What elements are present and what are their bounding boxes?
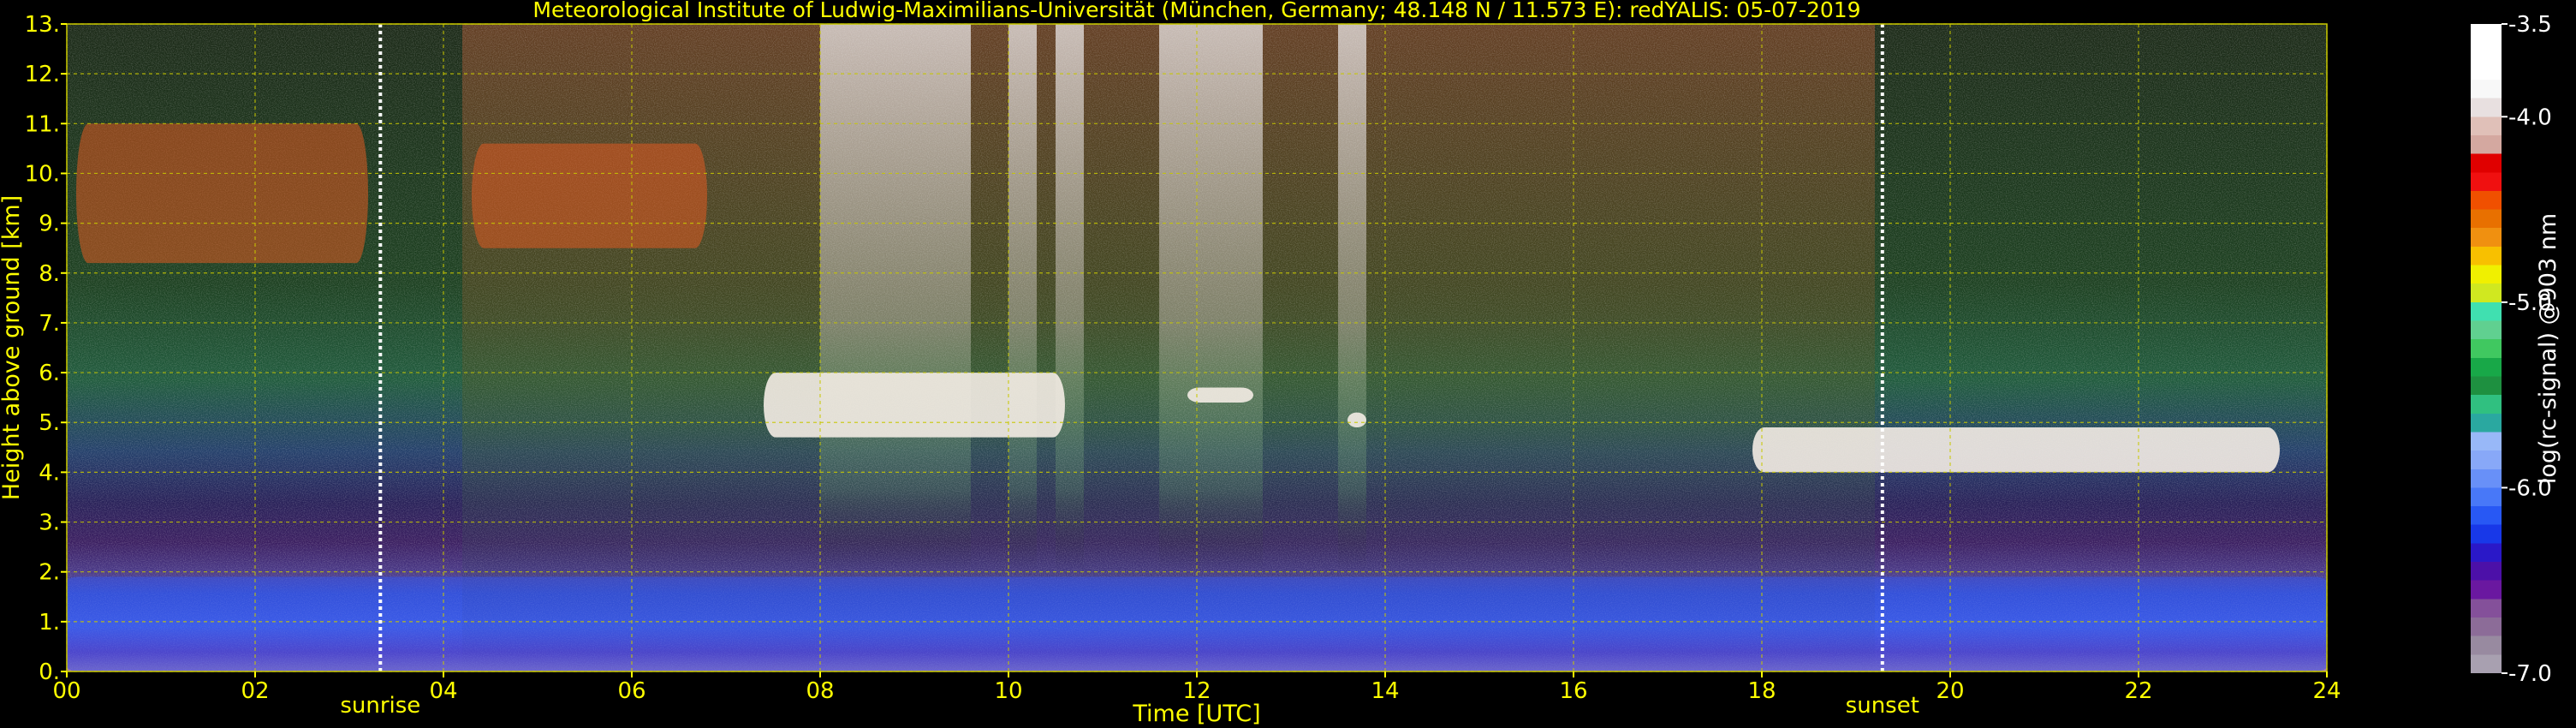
x-tick-label: 22	[2124, 678, 2152, 704]
colorbar-scale	[2471, 24, 2502, 673]
y-tick-label: 11.	[25, 111, 60, 137]
y-tick-label: 2.	[39, 560, 60, 586]
y-axis-ticks: 0. 1. 2. 3. 4. 5. 6. 7. 8. 9. 10. 11. 12. 13.	[25, 12, 67, 685]
feature-cloud-layer	[1752, 427, 2280, 473]
y-tick-label: 13.	[25, 12, 60, 38]
y-axis-label: Height above ground [km]	[0, 195, 25, 500]
y-tick-label: 6.	[39, 361, 60, 386]
annotation-label: sunrise	[340, 693, 420, 719]
x-tick-label: 14	[1371, 678, 1399, 704]
x-tick-label: 02	[241, 678, 269, 704]
annotation-label: sunset	[1846, 693, 1919, 719]
y-tick-label: 10.	[25, 161, 60, 187]
y-tick-label: 8.	[39, 261, 60, 287]
feature-cirrus	[76, 123, 368, 264]
y-tick-label: 0.	[39, 659, 60, 685]
x-tick-label: 24	[2312, 678, 2341, 704]
x-tick-label: 06	[617, 678, 645, 704]
colorbar-tick-label: -4.0	[2508, 104, 2552, 130]
y-tick-label: 3.	[39, 510, 60, 536]
colorbar-label: log(rc-signal) @903 nm	[2535, 213, 2561, 484]
y-tick-label: 12.	[25, 62, 60, 87]
x-tick-label: 04	[429, 678, 457, 704]
y-tick-label: 5.	[39, 410, 60, 436]
y-tick-label: 4.	[39, 460, 60, 486]
feature-cloud-layer	[764, 373, 1065, 438]
chart-title: Meteorological Institute of Ludwig-Maxim…	[532, 0, 1860, 22]
colorbar: -3.5-4.0-5.0-6.0-7.0 log(rc-signal) @903…	[2471, 12, 2561, 687]
x-tick-label: 08	[806, 678, 834, 704]
feature-cloud-layer	[1347, 412, 1366, 428]
lidar-figure: Meteorological Institute of Ludwig-Maxim…	[0, 0, 2561, 727]
colorbar-tick-label: -7.0	[2508, 661, 2552, 687]
feature-cirrus	[472, 143, 707, 248]
x-tick-label: 16	[1559, 678, 1587, 704]
colorbar-tick-label: -3.5	[2508, 12, 2552, 38]
y-tick-label: 9.	[39, 212, 60, 237]
y-tick-label: 7.	[39, 311, 60, 337]
annotation-labels: sunrise sunset	[340, 693, 1919, 719]
x-tick-label: 20	[1936, 678, 1964, 704]
x-tick-label: 18	[1747, 678, 1776, 704]
x-axis-label: Time [UTC]	[1132, 701, 1260, 727]
x-tick-label: 10	[994, 678, 1022, 704]
y-tick-label: 1.	[39, 610, 60, 636]
